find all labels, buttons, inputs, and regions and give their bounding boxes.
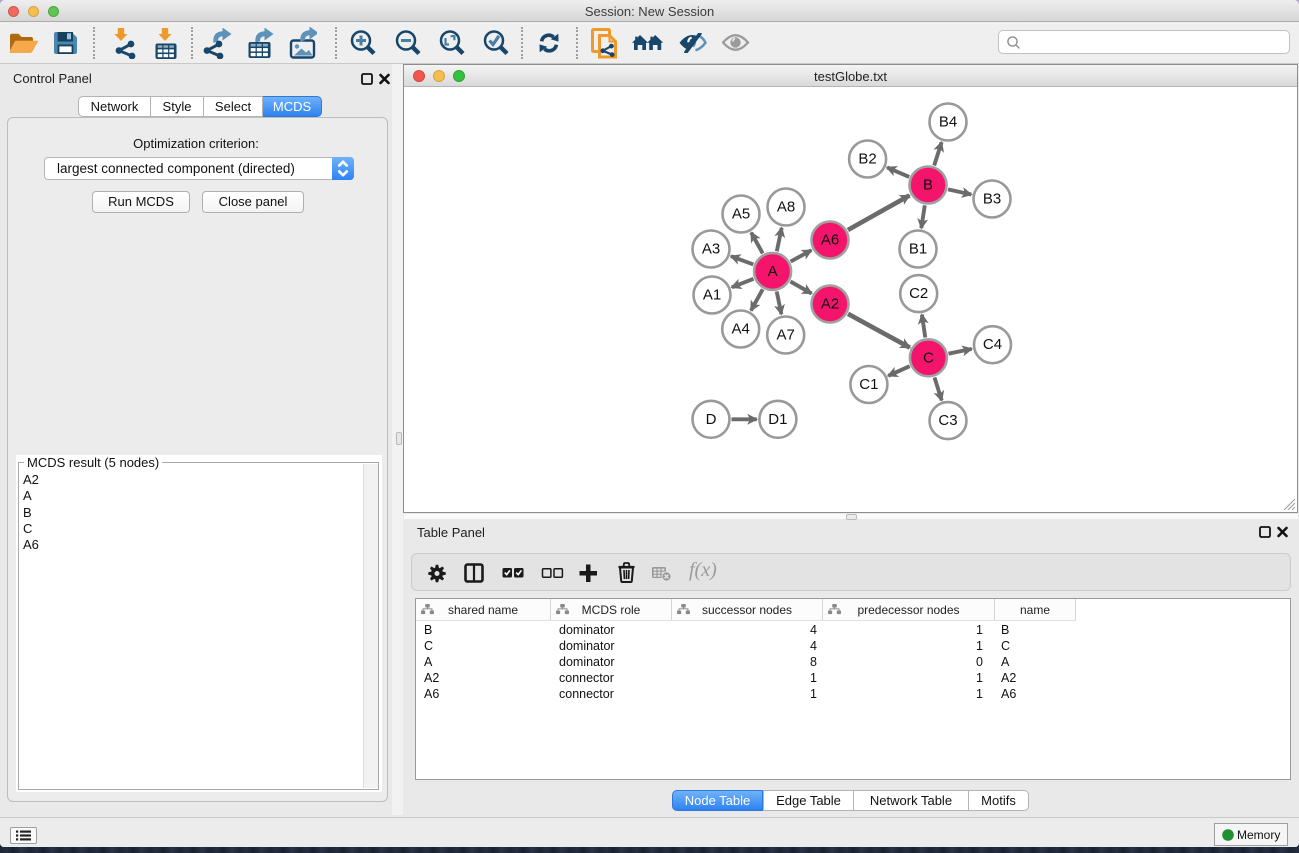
svg-text:A3: A3	[702, 241, 720, 258]
svg-text:A: A	[768, 263, 778, 280]
svg-text:B2: B2	[858, 151, 876, 168]
svg-text:B4: B4	[939, 114, 957, 131]
svg-text:D1: D1	[768, 411, 787, 428]
svg-text:C3: C3	[938, 412, 957, 429]
svg-text:A1: A1	[703, 287, 721, 304]
svg-text:C2: C2	[909, 285, 928, 302]
svg-text:A5: A5	[732, 206, 750, 223]
svg-text:B1: B1	[909, 241, 927, 258]
svg-text:A4: A4	[732, 321, 750, 338]
svg-text:A7: A7	[777, 327, 795, 344]
svg-text:A2: A2	[821, 296, 839, 313]
svg-text:A6: A6	[821, 232, 839, 249]
svg-text:B: B	[923, 177, 933, 194]
svg-text:B3: B3	[983, 191, 1001, 208]
svg-text:C1: C1	[859, 376, 878, 393]
svg-text:C4: C4	[983, 336, 1002, 353]
svg-text:A8: A8	[777, 199, 795, 216]
svg-text:C: C	[923, 349, 934, 366]
svg-text:D: D	[706, 411, 717, 428]
